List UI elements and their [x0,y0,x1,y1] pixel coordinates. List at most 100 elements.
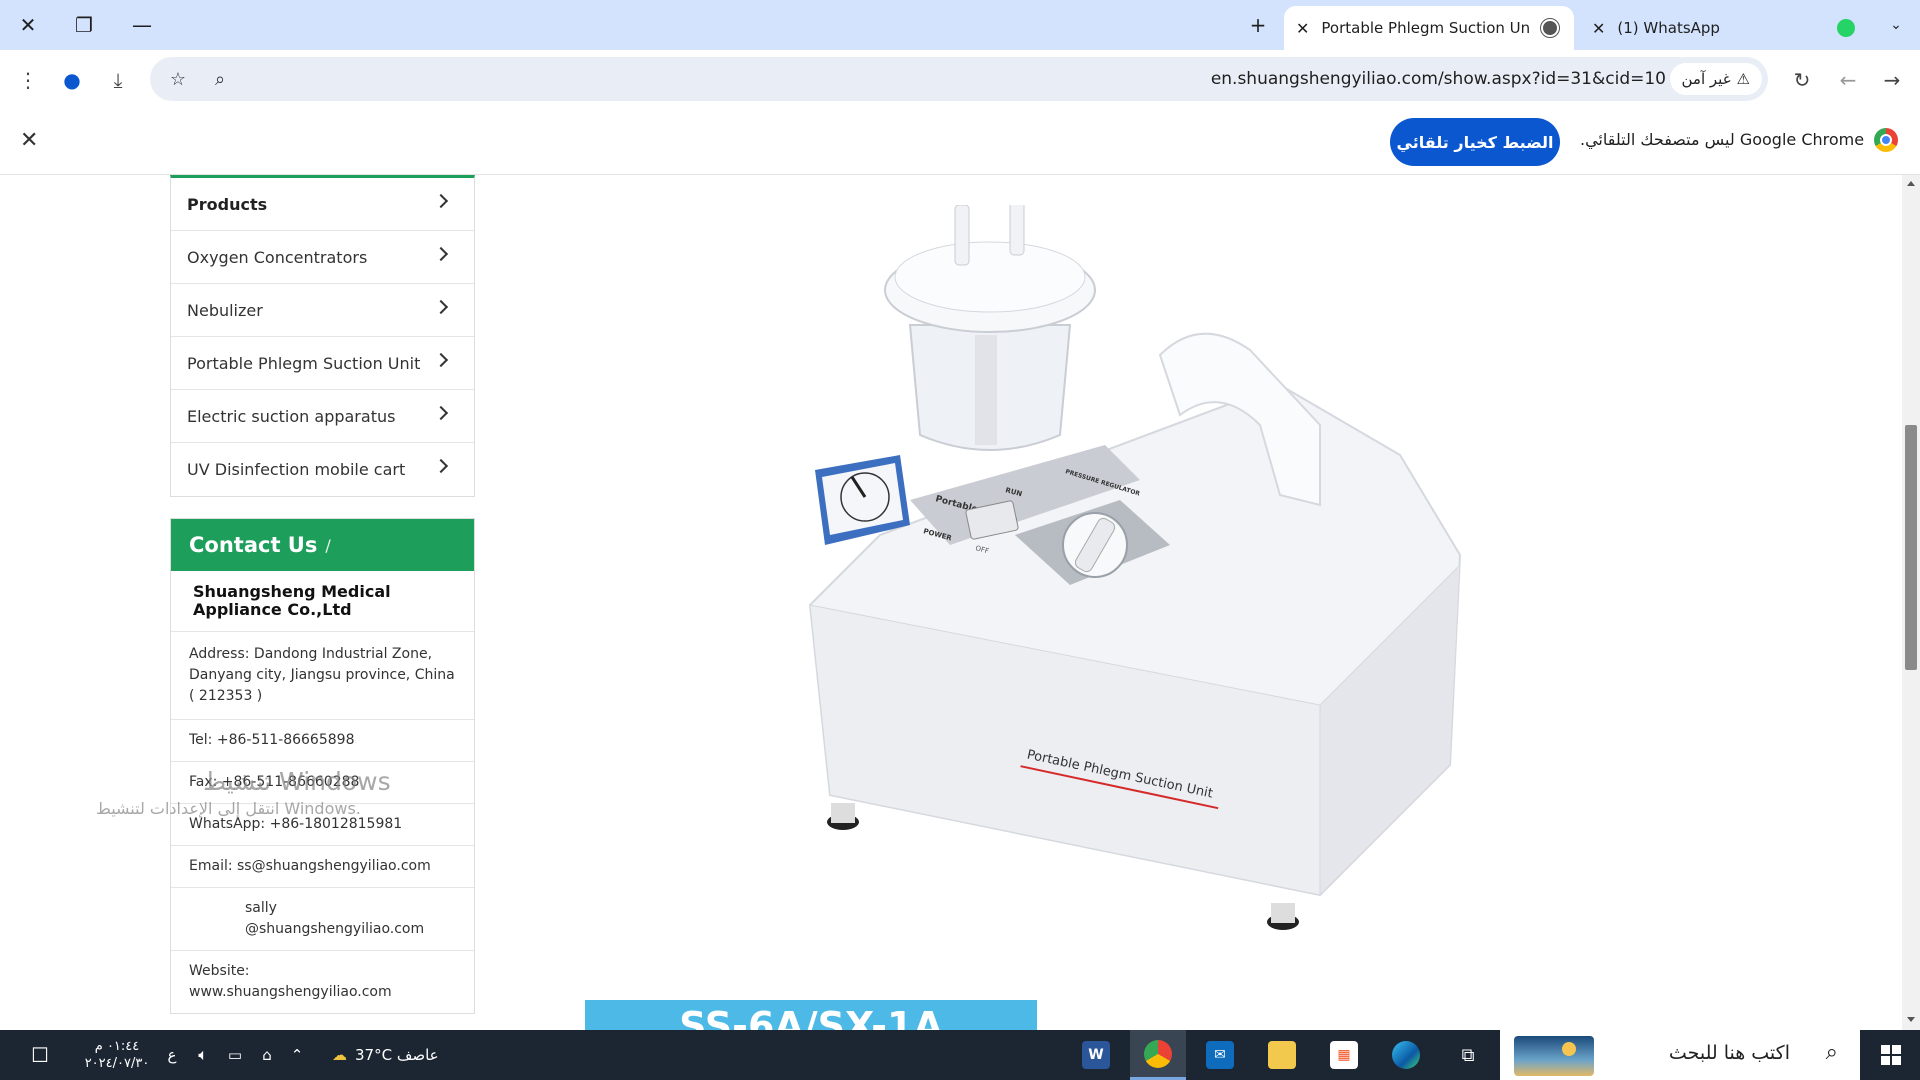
contact-email[interactable]: Email: ss@shuangshengyiliao.com [171,846,474,888]
battery-icon[interactable]: ▭ [220,1030,250,1080]
weather-widget[interactable]: ☁ 37°C عاصف [332,1030,532,1080]
restore-window-icon[interactable]: ❐ [66,10,102,40]
tab-title: (1) WhatsApp [1617,19,1720,37]
notifications-icon[interactable]: ☐ [20,1030,60,1080]
windows-logo-icon [1881,1045,1901,1065]
show-hidden-icons-chevron[interactable]: ⌃ [282,1030,312,1080]
search-placeholder: اكتب هنا للبحث [1668,1042,1790,1064]
mail-icon: ✉ [1206,1041,1234,1069]
security-chip[interactable]: ⚠ غير آمن [1669,63,1762,95]
set-default-button[interactable]: الضبط كخيار تلقائي [1390,118,1560,166]
device-foot [831,803,855,823]
volume-icon[interactable]: 🔈︎ [188,1030,218,1080]
tab-strip: ✕ ❐ — + ✕ Portable Phlegm Suction Unit-J… [0,0,1920,50]
chevron-right-icon [433,299,449,315]
chrome-logo-icon [1874,128,1898,152]
security-label: غير آمن [1681,70,1731,88]
warning-icon: ⚠ [1736,70,1750,88]
chevron-right-icon [433,352,449,368]
jar-port [954,205,970,266]
menu-label: UV Disinfection mobile cart [187,460,406,479]
menu-label: Electric suction apparatus [187,406,396,426]
taskbar-chrome[interactable] [1130,1030,1186,1080]
word-icon: W [1082,1041,1110,1069]
menu-item-electric-suction-apparatus[interactable]: Electric suction apparatus [171,390,474,443]
contact-email-secondary[interactable]: sally @shuangshengyiliao.com [171,888,474,951]
scroll-thumb[interactable] [1905,425,1917,670]
clock-date: ٢٠٢٤/٠٧/٣٠ [84,1056,150,1071]
weather-text: 37°C عاصف [355,1046,439,1064]
taskbar-edge[interactable] [1378,1030,1434,1080]
tab-active[interactable]: ✕ Portable Phlegm Suction Unit-J [1284,6,1574,50]
scroll-down-icon[interactable] [1907,1017,1915,1022]
tab-title: Portable Phlegm Suction Unit-J [1321,19,1532,37]
tab-whatsapp[interactable]: ✕ (1) WhatsApp [1580,6,1870,50]
start-button[interactable] [1862,1030,1920,1080]
tab-close-icon[interactable]: ✕ [1296,19,1309,38]
menu-item-portable-phlegm-suction-unit[interactable]: Portable Phlegm Suction Unit [171,337,474,390]
scroll-up-icon[interactable] [1907,181,1915,186]
jar-port [1009,205,1025,256]
taskbar-search[interactable]: اكتب هنا للبحث ⌕ [1500,1030,1860,1080]
weather-icon: ☁ [332,1046,347,1064]
model-banner: SS-6A/SX-1A [585,1000,1037,1030]
page-scrollbar[interactable] [1902,175,1920,1030]
search-highlight-icon [1514,1036,1594,1076]
taskbar-word[interactable]: W [1068,1030,1124,1080]
contact-box: Contact Us / Shuangsheng Medical Applian… [170,518,475,1014]
menu-item-uv-disinfection-cart[interactable]: UV Disinfection mobile cart [171,443,474,496]
infobar-close-icon[interactable]: ✕ [20,128,38,153]
clock[interactable]: ٠١:٤٤ م ٢٠٢٤/٠٧/٣٠ [62,1030,172,1080]
company-name: Shuangsheng Medical Appliance Co.,Ltd [171,571,474,632]
tab-search-chevron-icon[interactable]: ⌄ [1878,10,1914,40]
menu-label: Nebulizer [187,300,263,320]
url-text[interactable]: en.shuangshengyiliao.com/show.aspx?id=31… [1211,69,1666,89]
taskbar-file-explorer[interactable] [1254,1030,1310,1080]
menu-label: Products [187,194,268,214]
download-icon[interactable]: ⤓ [102,64,134,96]
whatsapp-icon [1837,19,1856,37]
forward-arrow-icon[interactable]: → [1876,64,1908,96]
chevron-right-icon [433,458,449,474]
edge-icon [1392,1041,1420,1069]
chrome-icon [1144,1039,1172,1068]
contact-tel: Tel: +86-511-86665898 [171,720,474,762]
contact-heading: Contact Us / [171,519,474,571]
watermark-line1: تنشيط Windows [203,767,391,796]
menu-kebab-icon[interactable]: ⋮ [12,64,44,96]
bookmark-star-icon[interactable]: ☆ [164,65,192,93]
menu-label: Oxygen Concentrators [187,247,368,267]
profile-icon[interactable]: ● [56,64,88,96]
reload-icon[interactable]: ↻ [1786,64,1818,96]
windows-taskbar: ☐ ٠١:٤٤ م ٢٠٢٤/٠٧/٣٠ ع 🔈︎ ▭ ⌂ ⌃ ☁ 37°C ع… [0,1030,1920,1080]
new-tab-icon[interactable]: + [1240,10,1276,40]
store-icon: ▦ [1330,1041,1358,1069]
back-arrow-icon[interactable]: ← [1832,64,1864,96]
contact-website[interactable]: Website: www.shuangshengyiliao.com [171,951,474,1013]
browser-toolbar: ⋮ ● ⤓ ☆ ⌕ en.shuangshengyiliao.com/show.… [0,50,1920,108]
folder-icon [1268,1041,1296,1069]
task-view-icon[interactable]: ⧉ [1440,1030,1496,1080]
chevron-right-icon [433,405,449,421]
close-window-icon[interactable]: ✕ [10,10,46,40]
taskbar-mail[interactable]: ✉ [1192,1030,1248,1080]
minimize-window-icon[interactable]: — [124,10,160,40]
menu-item-oxygen-concentrators[interactable]: Oxygen Concentrators [171,231,474,284]
page-content: Products Oxygen Concentrators Nebulizer … [0,175,1902,1030]
menu-label: Portable Phlegm Suction Unit [187,353,421,373]
watermark-line2: انتقل إلى الإعدادات لتنشيط Windows. [96,799,361,818]
contact-slash: / [325,535,331,555]
zoom-search-icon[interactable]: ⌕ [206,65,234,93]
tab-close-icon[interactable]: ✕ [1592,19,1605,38]
address-bar[interactable]: ☆ ⌕ en.shuangshengyiliao.com/show.aspx?i… [150,57,1768,101]
contact-title: Contact Us [189,533,318,557]
input-language[interactable]: ع [158,1030,186,1080]
menu-item-nebulizer[interactable]: Nebulizer [171,284,474,337]
search-icon: ⌕ [1825,1040,1838,1065]
menu-item-products[interactable]: Products [171,178,474,231]
network-icon[interactable]: ⌂ [252,1030,282,1080]
chevron-right-icon [433,246,449,262]
sidebar: Products Oxygen Concentrators Nebulizer … [170,175,475,1014]
taskbar-store[interactable]: ▦ [1316,1030,1372,1080]
product-menu: Products Oxygen Concentrators Nebulizer … [170,175,475,497]
